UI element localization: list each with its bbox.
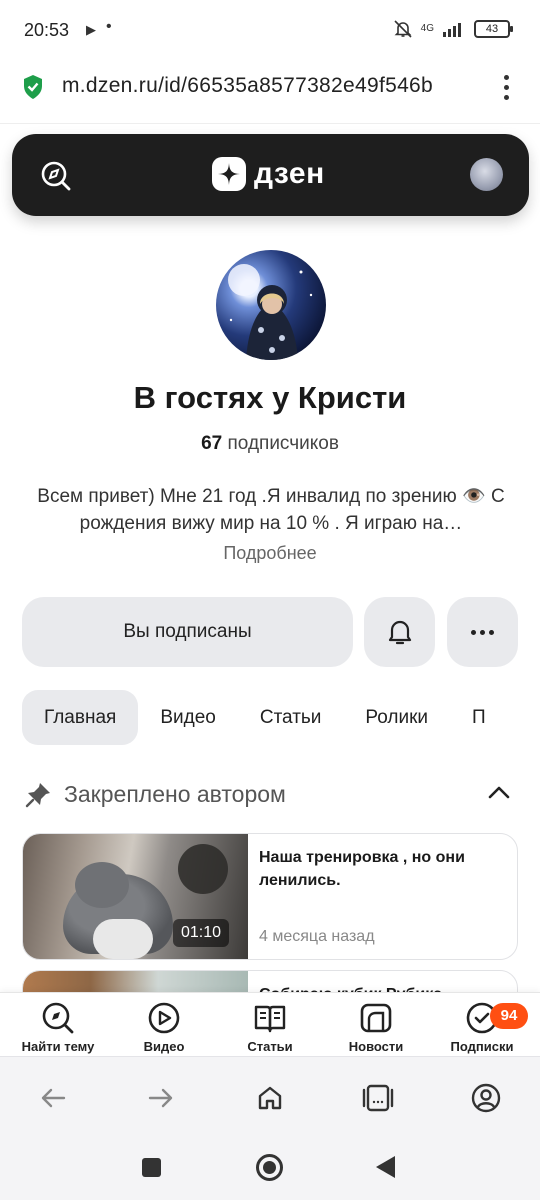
system-navigation	[0, 1136, 540, 1200]
user-avatar[interactable]	[470, 158, 503, 191]
home-button[interactable]	[250, 1081, 290, 1115]
pinned-section-header[interactable]: Закреплено автором	[22, 773, 518, 817]
dzen-header: дзен	[12, 134, 529, 216]
home-circle-icon[interactable]	[256, 1154, 283, 1181]
profile-button[interactable]	[466, 1081, 506, 1115]
battery-icon: 43	[474, 20, 513, 38]
tabs-icon	[362, 1084, 394, 1112]
subscriptions-badge: 94	[490, 1003, 528, 1029]
tab-video[interactable]: Видео	[138, 690, 238, 745]
book-icon	[254, 1005, 286, 1033]
nav-news[interactable]: Новости	[322, 1001, 430, 1054]
channel-description: Всем привет) Мне 21 год .Я инвалид по зр…	[37, 486, 505, 534]
browser-toolbar	[0, 1056, 540, 1136]
channel-name: В гостях у Кристи	[133, 380, 407, 415]
subscribers-label: подписчиков	[227, 433, 339, 454]
bottom-navigation: Найти тему Видео Статьи Новости Подписки…	[0, 992, 540, 1056]
tab-shorts[interactable]: Ролики	[343, 690, 450, 745]
back-triangle-icon[interactable]	[376, 1156, 395, 1178]
browser-menu-icon[interactable]	[496, 72, 516, 102]
arrow-right-icon	[148, 1088, 173, 1108]
dot-icon	[471, 629, 476, 635]
pin-icon	[25, 783, 50, 808]
back-button[interactable]	[33, 1081, 73, 1115]
nav-find-topic[interactable]: Найти тему	[4, 1001, 112, 1054]
dzen-logo-text: дзен	[254, 157, 325, 190]
chevron-up-icon[interactable]	[488, 785, 510, 799]
video-duration: 01:10	[173, 919, 230, 947]
nav-articles[interactable]: Статьи	[216, 1001, 324, 1054]
account-icon	[471, 1083, 501, 1113]
subscribers-count: 67	[201, 433, 223, 454]
recents-icon[interactable]	[142, 1158, 161, 1177]
browser-url-bar[interactable]: m.dzen.ru/id/66535a8577382e49f546b	[0, 62, 540, 124]
video-thumbnail[interactable]: 01:10	[23, 834, 248, 959]
more-options-button[interactable]	[447, 597, 518, 667]
tab-more[interactable]: П	[450, 690, 508, 745]
nav-subscriptions[interactable]: Подписки 94	[428, 1001, 536, 1054]
arrow-left-icon	[41, 1088, 66, 1108]
bell-icon	[388, 620, 411, 645]
video-play-icon	[148, 1002, 180, 1034]
video-date: 4 месяца назад	[259, 928, 375, 945]
notification-dot-icon: •	[106, 18, 112, 35]
mute-bell-icon	[394, 20, 412, 38]
video-title[interactable]: Наша тренировка , но они ленились.	[259, 846, 509, 892]
notifications-button[interactable]	[364, 597, 435, 667]
channel-avatar	[216, 250, 326, 360]
play-icon: ▶	[86, 22, 96, 37]
status-bar: 20:53 ▶ • 4G 43	[0, 0, 540, 62]
forward-button[interactable]	[141, 1081, 181, 1115]
status-time: 20:53	[24, 20, 70, 40]
compass-search-icon[interactable]	[40, 160, 72, 192]
tab-articles[interactable]: Статьи	[238, 690, 344, 745]
more-link[interactable]: Подробнее	[0, 543, 540, 564]
tab-main[interactable]: Главная	[22, 690, 139, 745]
nav-video[interactable]: Видео	[110, 1001, 218, 1054]
home-icon	[258, 1086, 282, 1110]
url-text[interactable]: m.dzen.ru/id/66535a8577382e49f546b	[62, 74, 478, 98]
tabs-button[interactable]	[358, 1081, 398, 1115]
channel-tabs: Главная Видео Статьи Ролики П	[22, 690, 540, 745]
news-icon	[360, 1003, 392, 1033]
pinned-video-card[interactable]: 01:10 Наша тренировка , но они ленились.…	[22, 833, 518, 960]
secure-shield-icon	[24, 75, 42, 99]
dzen-logo-mark-icon	[212, 157, 246, 191]
subscribed-button[interactable]: Вы подписаны	[22, 597, 353, 667]
network-type: 4G	[420, 23, 434, 34]
dzen-logo[interactable]: дзен	[212, 157, 325, 191]
status-icons: 4G 43	[393, 19, 513, 39]
subscribers-line: 67 подписчиков	[0, 433, 540, 455]
pinned-label: Закреплено автором	[64, 781, 286, 807]
signal-icon	[443, 23, 461, 37]
compass-search-icon	[42, 1002, 74, 1034]
